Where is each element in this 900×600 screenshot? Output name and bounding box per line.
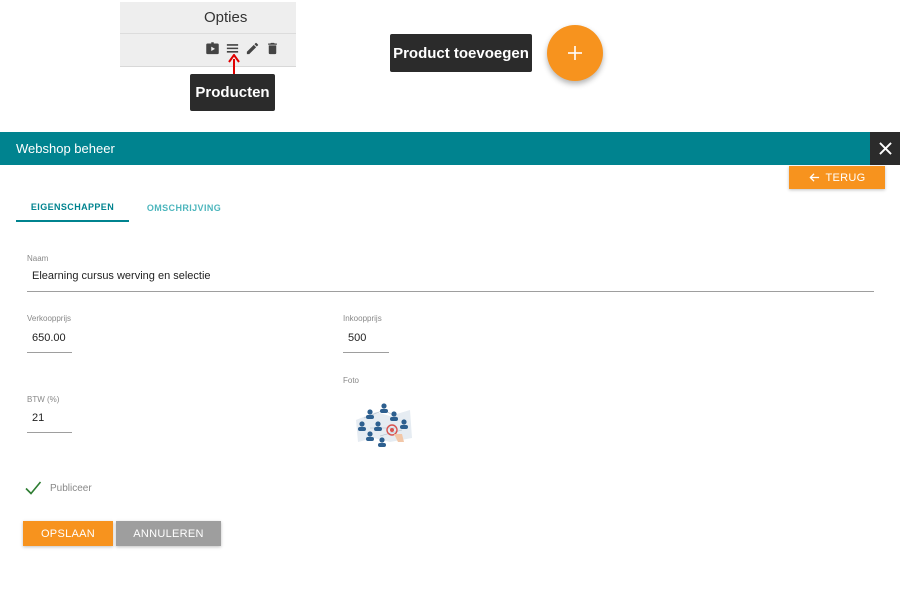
dialog-title: Webshop beheer [0,132,870,165]
naam-label: Naam [27,254,49,263]
tooltip-add-product: Product toevoegen [390,34,532,72]
screen: Opties Producten Product toevoegen Websh… [0,0,900,600]
inkoopprijs-input[interactable]: 500 [348,332,366,344]
naam-input[interactable]: Elearning cursus werving en selectie [32,270,211,282]
plus-icon [568,46,582,60]
btw-input[interactable]: 21 [32,412,44,424]
publish-label: Publiceer [50,483,92,494]
foto-label: Foto [343,376,360,385]
back-button-label: TERUG [825,171,866,184]
naam-underline [27,291,874,292]
arrow-left-icon [808,173,819,182]
btw-underline [27,432,72,433]
product-photo[interactable] [350,398,416,450]
close-button[interactable] [870,132,900,165]
inkoopprijs-label: Inkoopprijs [343,314,382,323]
back-button[interactable]: TERUG [789,166,885,189]
tab-eigenschappen[interactable]: EIGENSCHAPPEN [16,194,129,222]
options-icon-row [204,40,280,56]
publish-checkbox[interactable] [24,480,42,496]
tooltip-products: Producten [190,74,275,111]
options-panel: Opties [120,2,296,67]
inkoopprijs-underline [343,352,389,353]
btw-label: BTW (%) [27,395,60,404]
delete-icon[interactable] [264,40,280,56]
verkoopprijs-underline [27,352,72,353]
tab-omschrijving[interactable]: OMSCHRIJVING [129,194,239,222]
add-product-button[interactable] [547,25,603,81]
verkoopprijs-input[interactable]: 650.00 [32,332,66,344]
cancel-button[interactable]: ANNULEREN [116,521,221,546]
options-title: Opties [120,2,296,34]
save-button[interactable]: OPSLAAN [23,521,113,546]
red-arrow-icon [228,54,240,76]
close-icon [878,142,892,155]
video-icon[interactable] [204,40,220,56]
verkoopprijs-label: Verkoopprijs [27,314,72,323]
edit-icon[interactable] [244,40,260,56]
